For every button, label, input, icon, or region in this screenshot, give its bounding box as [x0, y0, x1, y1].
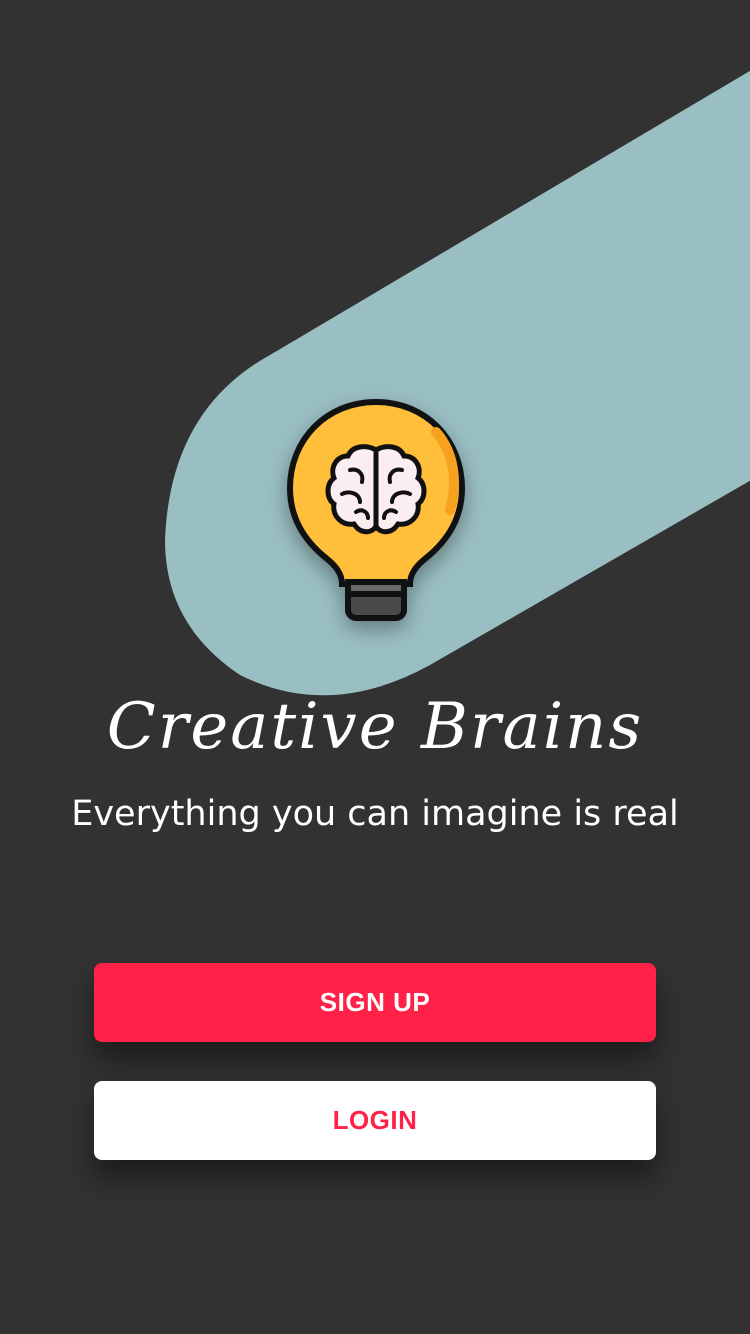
login-button[interactable]: LOGIN — [94, 1081, 656, 1160]
app-title: Creative Brains — [106, 690, 644, 764]
lightbulb-brain-icon — [286, 398, 466, 621]
welcome-screen: Creative Brains Everything you can imagi… — [0, 0, 750, 1334]
sign-up-button[interactable]: SIGN UP — [94, 963, 656, 1042]
app-tagline: Everything you can imagine is real — [71, 794, 679, 834]
